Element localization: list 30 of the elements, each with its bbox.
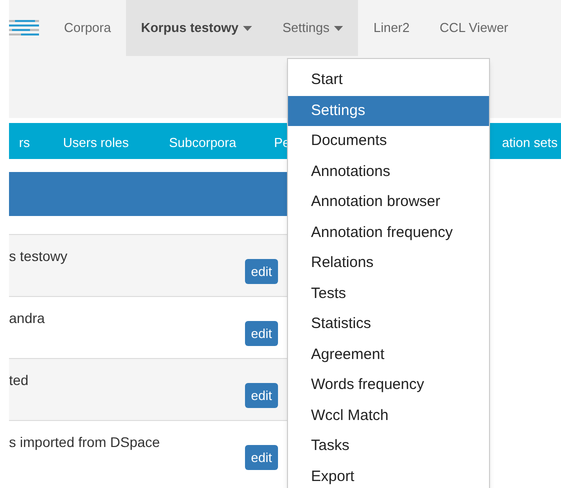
row-name: s imported from DSpace (9, 433, 160, 452)
edit-button[interactable]: edit (245, 445, 278, 470)
menu-item[interactable]: Statistics (288, 309, 489, 340)
edit-button[interactable]: edit (245, 383, 278, 408)
menu-item[interactable]: Settings (288, 96, 489, 126)
menu-item[interactable]: Start (288, 65, 489, 96)
menu-item[interactable]: Tests (288, 278, 489, 309)
menu-item[interactable]: Agreement (288, 340, 489, 370)
menu-item[interactable]: Tasks (288, 431, 489, 462)
nav-item[interactable]: Korpus testowy (126, 0, 268, 56)
nav-item[interactable]: Corpora (49, 0, 126, 56)
nav-item[interactable]: Settings (267, 0, 358, 56)
row-name: andra (9, 309, 45, 328)
row-name: ted (9, 371, 28, 390)
menu-item[interactable]: Relations (288, 248, 489, 278)
logo-icon (9, 20, 39, 36)
menu-item[interactable]: Annotations (288, 156, 489, 187)
nav-item[interactable]: CCL Viewer (424, 0, 524, 56)
edit-button[interactable]: edit (245, 321, 278, 346)
menu-item[interactable]: Export (288, 462, 489, 488)
row-name: s testowy (9, 247, 68, 266)
menu-item[interactable]: Documents (288, 126, 489, 156)
edit-button[interactable]: edit (245, 259, 278, 284)
menu-item[interactable]: Words frequency (288, 370, 489, 400)
menu-item[interactable]: Wccl Match (288, 400, 489, 431)
caret-icon (334, 26, 344, 30)
caret-icon (243, 26, 252, 30)
menu-item[interactable]: Annotation browser (288, 187, 489, 218)
nav-item[interactable]: Liner2 (358, 0, 425, 56)
menu-item[interactable]: Annotation frequency (288, 218, 489, 248)
